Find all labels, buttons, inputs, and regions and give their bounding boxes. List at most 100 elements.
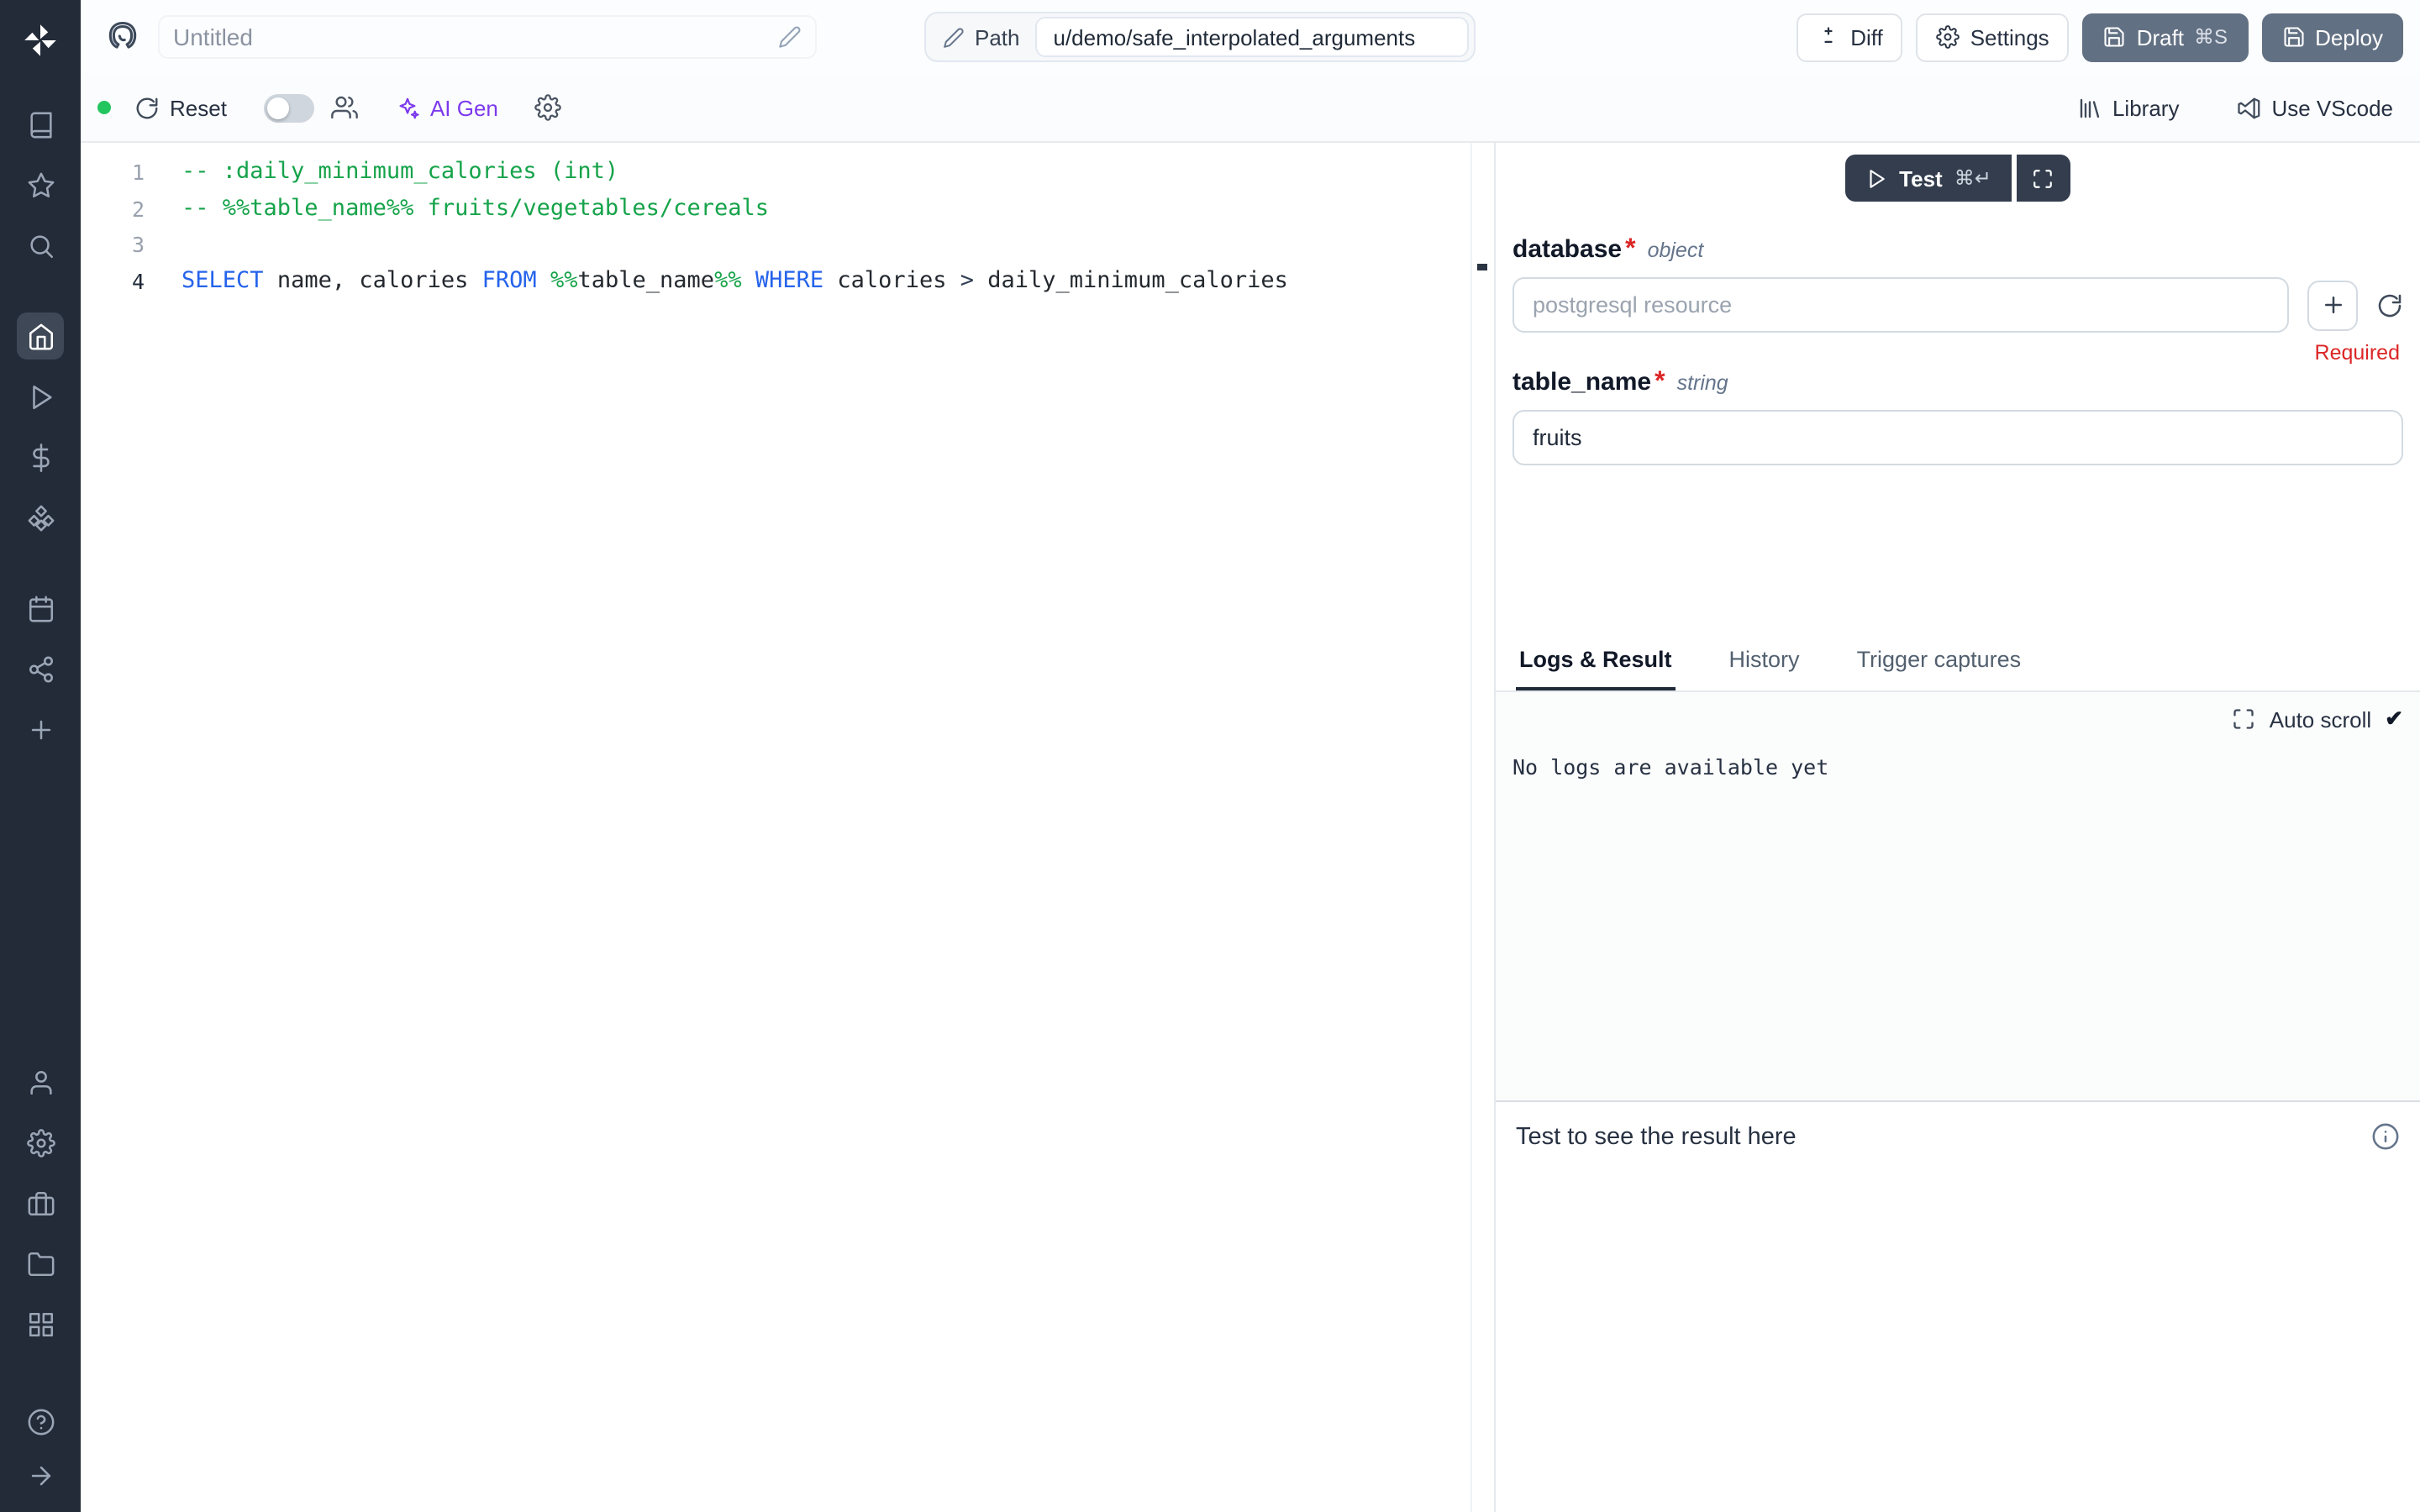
code-lines[interactable]: 1 -- :daily_minimum_calories (int)2-- %%t… (81, 143, 1494, 299)
check-icon: ✔ (2385, 706, 2403, 732)
sidebar-item-user[interactable] (17, 1058, 64, 1105)
sidebar-item-help[interactable] (17, 1398, 64, 1445)
draft-shortcut: ⌘S (2194, 25, 2228, 49)
results-tabs: Logs & Result History Trigger captures (1496, 633, 2420, 692)
sidebar-item-runs[interactable] (17, 373, 64, 420)
results-section: Logs & Result History Trigger captures Aut… (1496, 633, 2420, 1512)
test-label: Test (1899, 165, 1943, 191)
diff-button[interactable]: Diff (1797, 13, 1903, 61)
code-line[interactable]: 2-- %%table_name%% fruits/vegetables/cer… (81, 191, 1494, 227)
use-vscode-label: Use VScode (2271, 95, 2393, 120)
script-title-field[interactable] (158, 15, 817, 59)
deploy-label: Deploy (2315, 24, 2383, 50)
path-value[interactable]: u/demo/safe_interpolated_arguments (1035, 17, 1469, 57)
sidebar-item-workers[interactable] (17, 1179, 64, 1226)
test-button[interactable]: Test ⌘↵ (1845, 155, 2012, 202)
path-pill[interactable]: Path u/demo/safe_interpolated_arguments (924, 12, 1476, 62)
required-asterisk: * (1655, 368, 1665, 398)
sidebar (0, 0, 81, 1512)
info-icon[interactable] (2371, 1102, 2420, 1159)
sidebar-item-add[interactable] (17, 706, 64, 753)
editor-scrollbar[interactable] (1470, 143, 1494, 1512)
sidebar-item-flows[interactable] (17, 645, 64, 692)
gear-icon (1937, 25, 1960, 49)
library-button[interactable]: Library (2077, 95, 2180, 120)
code-text: -- :daily_minimum_calories (int) (182, 155, 618, 191)
sidebar-footer (17, 1398, 64, 1499)
diff-label: Diff (1850, 24, 1883, 50)
reset-label: Reset (170, 95, 227, 120)
code-line[interactable]: 3 (81, 227, 1494, 263)
database-label: database (1512, 235, 1622, 264)
deploy-button[interactable]: Deploy (2261, 13, 2403, 61)
ai-gen-button[interactable]: AI Gen (395, 95, 498, 120)
draft-button[interactable]: Draft ⌘S (2083, 13, 2248, 61)
draft-label: Draft (2137, 24, 2184, 50)
code-line[interactable]: 4 SELECT name, calories FROM %%table_name… (81, 263, 1494, 299)
table-name-label: table_name (1512, 368, 1651, 396)
code-editor[interactable]: 1 -- :daily_minimum_calories (int)2-- %%t… (81, 143, 1494, 1512)
library-icon (2077, 95, 2102, 120)
sidebar-item-home[interactable] (17, 312, 64, 360)
editor-settings-icon[interactable] (535, 94, 562, 121)
sidebar-item-resources[interactable] (17, 494, 64, 541)
sidebar-item-schedules[interactable] (17, 585, 64, 632)
script-title-input[interactable] (173, 24, 778, 50)
settings-button[interactable]: Settings (1917, 13, 2070, 61)
logs-area: Auto scroll ✔ No logs are available yet (1496, 692, 2420, 1100)
refresh-resources-button[interactable] (2376, 291, 2403, 318)
database-input[interactable] (1512, 277, 2289, 333)
sidebar-item-search[interactable] (17, 222, 64, 269)
tab-history[interactable]: History (1726, 633, 1803, 690)
test-shortcut: ⌘↵ (1954, 166, 1991, 190)
windmill-logo-icon[interactable] (17, 17, 64, 64)
save-icon (2103, 25, 2127, 49)
expand-test-button[interactable] (2017, 155, 2070, 202)
edit-title-icon[interactable] (778, 25, 802, 49)
code-line[interactable]: 1 -- :daily_minimum_calories (int) (81, 155, 1494, 191)
expand-logs-icon[interactable] (2233, 707, 2256, 731)
sidebar-bottom (17, 1058, 64, 1347)
args-form: database * object Requ (1496, 202, 2420, 465)
code-text: SELECT name, calories FROM %%table_name%… (182, 263, 1288, 299)
line-number: 1 (81, 155, 145, 191)
database-type: object (1648, 239, 1704, 262)
add-resource-button[interactable] (2307, 280, 2358, 330)
sidebar-item-settings[interactable] (17, 1119, 64, 1166)
maximize-icon (2033, 167, 2054, 189)
sidebar-item-collapse[interactable] (17, 1452, 64, 1499)
line-number: 3 (81, 227, 145, 263)
users-icon[interactable] (331, 94, 358, 121)
status-dot (97, 101, 111, 114)
vscode-icon (2236, 95, 2261, 120)
cursor-overview-mark (1477, 264, 1487, 270)
play-icon (1865, 167, 1887, 189)
sidebar-item-apps[interactable] (17, 1300, 64, 1347)
ai-gen-label: AI Gen (430, 95, 498, 120)
use-vscode-button[interactable]: Use VScode (2236, 95, 2393, 120)
collab-toggle[interactable] (264, 93, 314, 122)
reset-button[interactable]: Reset (134, 95, 227, 120)
sparkles-icon (395, 95, 420, 120)
result-area: Test to see the result here (1496, 1100, 2420, 1512)
postgresql-icon (104, 18, 141, 55)
table-name-input[interactable] (1512, 410, 2403, 465)
result-hint: Test to see the result here (1496, 1102, 1797, 1151)
tab-trigger-captures[interactable]: Trigger captures (1854, 633, 2025, 690)
sidebar-item-book[interactable] (17, 101, 64, 148)
tab-logs-result[interactable]: Logs & Result (1516, 633, 1676, 690)
line-number: 4 (81, 263, 145, 299)
refresh-icon (134, 95, 160, 120)
edit-path-icon (943, 26, 965, 48)
path-label: Path (975, 24, 1020, 50)
sidebar-item-folders[interactable] (17, 1240, 64, 1287)
deploy-icon (2281, 25, 2305, 49)
sidebar-item-star[interactable] (17, 161, 64, 208)
table-name-field-label: table_name * string (1512, 368, 2403, 398)
required-asterisk: * (1625, 235, 1635, 265)
sidebar-item-variables[interactable] (17, 433, 64, 480)
database-field-label: database * object (1512, 235, 2403, 265)
settings-label: Settings (1970, 24, 2049, 50)
library-label: Library (2112, 95, 2180, 120)
auto-scroll-toggle[interactable]: Auto scroll ✔ (2233, 706, 2403, 732)
